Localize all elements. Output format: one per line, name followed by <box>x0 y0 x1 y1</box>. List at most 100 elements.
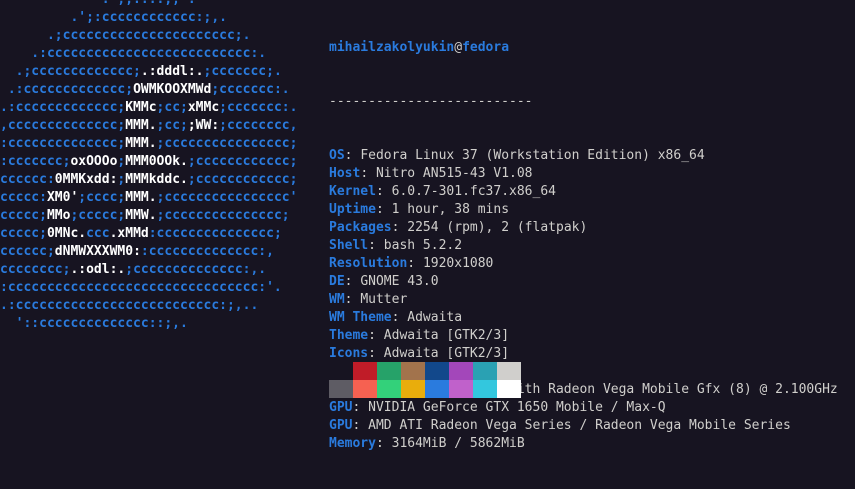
color-swatch <box>425 380 449 398</box>
logo-segment: cccccc; <box>0 244 55 259</box>
system-info: mihailzakolyukin@fedora ----------------… <box>329 3 838 489</box>
logo-segment: MMM. <box>125 136 157 151</box>
username: mihailzakolyukin <box>329 40 455 55</box>
logo-segment: ;ccccc; <box>70 208 126 223</box>
color-swatch <box>425 362 449 380</box>
logo-segment: ;cccccccccccccccc' <box>156 190 298 205</box>
info-colon: : <box>368 238 384 253</box>
logo-segment: ;WW: <box>187 118 220 133</box>
info-colon: : <box>352 418 369 433</box>
color-swatch <box>353 362 377 380</box>
info-key: Theme <box>329 328 369 343</box>
info-value: NVIDIA GeForce GTX 1650 Mobile / Max-Q <box>368 400 666 415</box>
palette-normal-row <box>329 362 521 380</box>
at-sign: @ <box>454 40 463 55</box>
color-swatch <box>449 362 473 380</box>
info-value: Adwaita [GTK2/3] <box>383 346 510 361</box>
color-swatch <box>473 380 497 398</box>
fedora-ascii-logo: .',;::::;,'. .';:cccccccccccc:;,. .;cccc… <box>0 0 329 333</box>
info-key: Shell <box>329 238 369 253</box>
info-value: Nitro AN515-43 V1.08 <box>375 166 533 181</box>
color-swatch <box>329 380 353 398</box>
logo-segment: MMM. <box>125 118 157 133</box>
logo-segment: ;cccccccccccc; <box>187 154 298 169</box>
info-key: GPU <box>329 400 353 415</box>
logo-segment: KMMc <box>125 100 157 115</box>
color-swatch <box>377 362 401 380</box>
info-value: Mutter <box>360 292 408 307</box>
logo-segment: .',;::::;,'. <box>0 0 329 7</box>
info-row-wm-theme: WM Theme: Adwaita <box>329 309 838 327</box>
info-colon: : <box>375 202 392 217</box>
info-value: 3164MiB / 5862MiB <box>391 436 525 451</box>
terminal-window[interactable]: .',;::::;,'. .';:cccccccccccc:;,. .;cccc… <box>0 0 855 451</box>
info-colon: : <box>352 400 369 415</box>
logo-segment: ccccc; <box>0 208 47 223</box>
logo-segment: MMM. <box>125 190 157 205</box>
logo-segment: .:ccccccccccccc; <box>0 100 126 115</box>
info-colon: : <box>391 220 408 235</box>
logo-segment: ;ccccccccccccccc; <box>156 208 290 223</box>
logo-segment: MMW. <box>125 208 157 223</box>
info-value: GNOME 43.0 <box>360 274 439 289</box>
logo-segment: .:dddl:. <box>140 64 204 79</box>
info-key: Icons <box>329 346 369 361</box>
info-key: WM Theme <box>329 310 392 325</box>
info-colon: : <box>375 436 392 451</box>
logo-segment: dNMWXXXWM0: <box>54 244 141 259</box>
color-palette <box>329 362 521 398</box>
info-row-gpu: GPU: NVIDIA GeForce GTX 1650 Mobile / Ma… <box>329 399 838 417</box>
color-swatch <box>353 380 377 398</box>
info-colon: : <box>344 148 361 163</box>
info-key: DE <box>329 274 345 289</box>
logo-segment: :ccccccc; <box>0 154 71 169</box>
info-value: 6.0.7-301.fc37.x86_64 <box>391 184 556 199</box>
info-colon: : <box>368 346 384 361</box>
logo-segment: ;ccccccc:. <box>211 82 306 97</box>
logo-segment: ;cc; <box>156 118 188 133</box>
logo-segment: :cccccccccccccc; <box>0 136 126 151</box>
info-key: Host <box>329 166 361 181</box>
logo-segment: ccccc; <box>0 226 47 241</box>
info-key: Uptime <box>329 202 376 217</box>
logo-segment: :cccccccccccccc:, <box>140 244 274 259</box>
info-value: 1920x1080 <box>422 256 494 271</box>
info-row-packages: Packages: 2254 (rpm), 2 (flatpak) <box>329 219 838 237</box>
logo-segment: :cccccccccccccccccccccccccccccccc:'. <box>0 280 282 295</box>
hostname: fedora <box>462 40 510 55</box>
logo-segment: .;ccccccccccccc; <box>0 64 141 79</box>
separator-line: -------------------------- <box>329 94 533 109</box>
info-colon: : <box>344 292 361 307</box>
logo-segment: .:cccccccccccccccccccccccccc:;,.. <box>0 298 259 313</box>
info-colon: : <box>391 310 408 325</box>
info-row-theme: Theme: Adwaita [GTK2/3] <box>329 327 838 345</box>
info-colon: : <box>360 166 376 181</box>
logo-segment: cccccc: <box>0 172 55 187</box>
info-key: Packages <box>329 220 392 235</box>
logo-segment: :ccccccccccccccc; <box>148 226 282 241</box>
color-swatch <box>401 362 425 380</box>
info-row-os: OS: Fedora Linux 37 (Workstation Edition… <box>329 147 838 165</box>
logo-segment: .:odl:. <box>70 262 126 277</box>
logo-segment: ccccc: <box>0 190 47 205</box>
info-key: GPU <box>329 418 353 433</box>
logo-segment: cccccccc; <box>0 262 71 277</box>
logo-segment: .';:cccccccccccc:;,. <box>0 10 314 25</box>
info-row-wm: WM: Mutter <box>329 291 838 309</box>
logo-segment: 0MNc. <box>46 226 87 241</box>
logo-segment: .:cccccccccccccccccccccccccc:. <box>0 46 314 61</box>
logo-segment: oxOOOo <box>70 154 118 169</box>
info-row-shell: Shell: bash 5.2.2 <box>329 237 838 255</box>
info-value: bash 5.2.2 <box>383 238 463 253</box>
info-row-resolution: Resolution: 1920x1080 <box>329 255 838 273</box>
logo-segment: ;cccccccccccc; <box>187 172 298 187</box>
logo-segment: ;cccccccccccccccc; <box>156 136 298 151</box>
info-value: Adwaita <box>407 310 463 325</box>
logo-segment: ;cccccccc, <box>219 118 298 133</box>
logo-segment: MMo <box>46 208 71 223</box>
info-row-gpu: GPU: AMD ATI Radeon Vega Series / Radeon… <box>329 417 838 435</box>
info-row-kernel: Kernel: 6.0.7-301.fc37.x86_64 <box>329 183 838 201</box>
color-swatch <box>497 362 521 380</box>
info-colon: : <box>375 184 392 199</box>
info-list: OS: Fedora Linux 37 (Workstation Edition… <box>329 147 838 453</box>
